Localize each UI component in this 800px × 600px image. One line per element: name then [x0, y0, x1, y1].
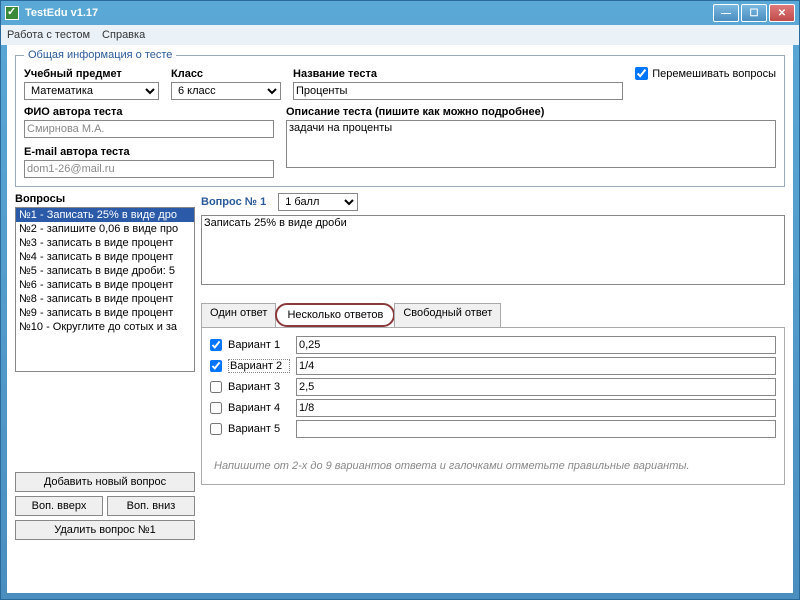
maximize-button[interactable]: ☐ — [741, 4, 767, 22]
question-up-button[interactable]: Воп. вверх — [15, 496, 103, 516]
window-title: TestEdu v1.17 — [25, 7, 98, 19]
variant-input[interactable] — [296, 399, 776, 417]
general-info-legend: Общая информация о тесте — [24, 49, 176, 61]
variant-row: Вариант 3 — [210, 378, 776, 396]
author-input[interactable] — [24, 120, 274, 138]
list-item[interactable]: №1 - Записать 25% в виде дро — [16, 208, 194, 222]
list-item[interactable]: №2 - запишите 0,06 в виде про — [16, 222, 194, 236]
tab-multiple-answers[interactable]: Несколько ответов — [275, 303, 395, 327]
question-text[interactable]: Записать 25% в виде дроби — [201, 215, 785, 285]
variants-panel: Вариант 1 Вариант 2 Вариант 3 — [201, 327, 785, 485]
question-editor: Вопрос № 1 1 балл Записать 25% в виде др… — [201, 193, 785, 540]
variant-checkbox[interactable] — [210, 339, 222, 351]
subject-select[interactable]: Математика — [24, 82, 159, 100]
window-buttons: — ☐ ✕ — [713, 4, 795, 22]
menu-work-with-test[interactable]: Работа с тестом — [7, 29, 90, 41]
delete-question-button[interactable]: Удалить вопрос №1 — [15, 520, 195, 540]
shuffle-label: Перемешивать вопросы — [652, 68, 776, 80]
variant-label: Вариант 1 — [228, 339, 290, 351]
test-title-input[interactable] — [293, 82, 623, 100]
menubar: Работа с тестом Справка — [1, 25, 799, 45]
app-icon — [5, 6, 19, 20]
class-label: Класс — [171, 68, 281, 80]
desc-textarea[interactable]: задачи на проценты — [286, 120, 776, 168]
variant-checkbox[interactable] — [210, 402, 222, 414]
test-title-label: Название теста — [293, 68, 623, 80]
list-item[interactable]: №5 - записать в виде дроби: 5 — [16, 264, 194, 278]
tab-single-answer[interactable]: Один ответ — [201, 303, 276, 327]
app-window: TestEdu v1.17 — ☐ ✕ Работа с тестом Спра… — [0, 0, 800, 600]
variant-row: Вариант 5 — [210, 420, 776, 438]
variant-input[interactable] — [296, 420, 776, 438]
variant-label: Вариант 2 — [228, 359, 290, 373]
email-input[interactable] — [24, 160, 274, 178]
variant-input[interactable] — [296, 378, 776, 396]
titlebar[interactable]: TestEdu v1.17 — ☐ ✕ — [1, 1, 799, 25]
shuffle-checkbox[interactable] — [635, 67, 648, 80]
list-item[interactable]: №9 - записать в виде процент — [16, 306, 194, 320]
variant-row: Вариант 4 — [210, 399, 776, 417]
questions-header: Вопросы — [15, 193, 195, 205]
menu-help[interactable]: Справка — [102, 29, 145, 41]
question-down-button[interactable]: Воп. вниз — [107, 496, 195, 516]
variant-row: Вариант 2 — [210, 357, 776, 375]
variant-input[interactable] — [296, 336, 776, 354]
questions-list[interactable]: №1 - Записать 25% в виде дро №2 - запиши… — [15, 207, 195, 372]
author-label: ФИО автора теста — [24, 106, 274, 118]
list-item[interactable]: №6 - записать в виде процент — [16, 278, 194, 292]
desc-label: Описание теста (пишите как можно подробн… — [286, 106, 776, 118]
subject-label: Учебный предмет — [24, 68, 159, 80]
list-item[interactable]: №4 - записать в виде процент — [16, 250, 194, 264]
general-info-group: Общая информация о тесте Учебный предмет… — [15, 49, 785, 187]
variant-input[interactable] — [296, 357, 776, 375]
variants-hint: Напишите от 2-х до 9 вариантов ответа и … — [210, 456, 776, 476]
client-area: Общая информация о тесте Учебный предмет… — [7, 45, 793, 593]
questions-panel: Вопросы №1 - Записать 25% в виде дро №2 … — [15, 193, 195, 540]
list-item[interactable]: №8 - записать в виде процент — [16, 292, 194, 306]
close-button[interactable]: ✕ — [769, 4, 795, 22]
points-select[interactable]: 1 балл — [278, 193, 358, 211]
tab-free-answer[interactable]: Свободный ответ — [394, 303, 501, 327]
answer-type-tabs: Один ответ Несколько ответов Свободный о… — [201, 303, 785, 327]
variant-label: Вариант 4 — [228, 402, 290, 414]
variant-checkbox[interactable] — [210, 360, 222, 372]
minimize-button[interactable]: — — [713, 4, 739, 22]
list-item[interactable]: №3 - записать в виде процент — [16, 236, 194, 250]
list-item[interactable]: №10 - Округлите до сотых и за — [16, 320, 194, 334]
add-question-button[interactable]: Добавить новый вопрос — [15, 472, 195, 492]
question-title: Вопрос № 1 — [201, 196, 266, 208]
variant-row: Вариант 1 — [210, 336, 776, 354]
class-select[interactable]: 6 класс — [171, 82, 281, 100]
email-label: E-mail автора теста — [24, 146, 274, 158]
variant-checkbox[interactable] — [210, 381, 222, 393]
variant-label: Вариант 5 — [228, 423, 290, 435]
variant-label: Вариант 3 — [228, 381, 290, 393]
variant-checkbox[interactable] — [210, 423, 222, 435]
